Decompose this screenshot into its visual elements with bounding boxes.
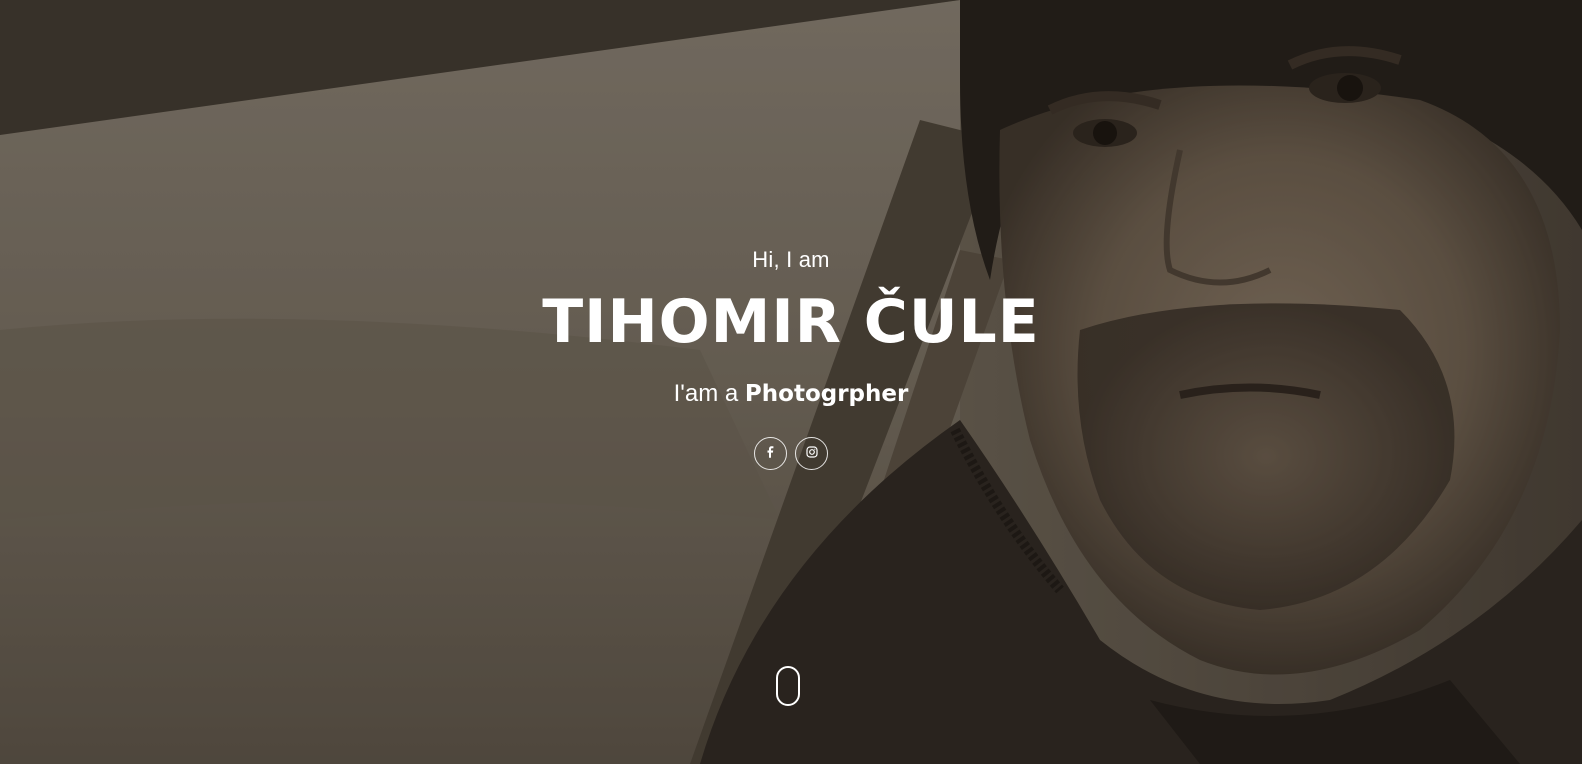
instagram-button[interactable] (795, 437, 828, 470)
instagram-icon (805, 445, 818, 463)
scroll-down-icon[interactable] (776, 666, 800, 706)
facebook-icon (765, 445, 777, 463)
hero-content: Hi, I am TIHOMIR ČULE I'am a Photogrpher (0, 0, 1582, 764)
hero-name: TIHOMIR ČULE (542, 287, 1040, 357)
hero-section: Hi, I am TIHOMIR ČULE I'am a Photogrpher (0, 0, 1582, 764)
social-links (0, 437, 1582, 470)
hero-tagline: I'am a Photogrpher (0, 380, 1582, 408)
tagline-role: Photogrpher (744, 381, 909, 407)
facebook-button[interactable] (754, 437, 787, 470)
greeting-text: Hi, I am (752, 247, 830, 272)
tagline-prefix: I'am a (673, 380, 739, 407)
